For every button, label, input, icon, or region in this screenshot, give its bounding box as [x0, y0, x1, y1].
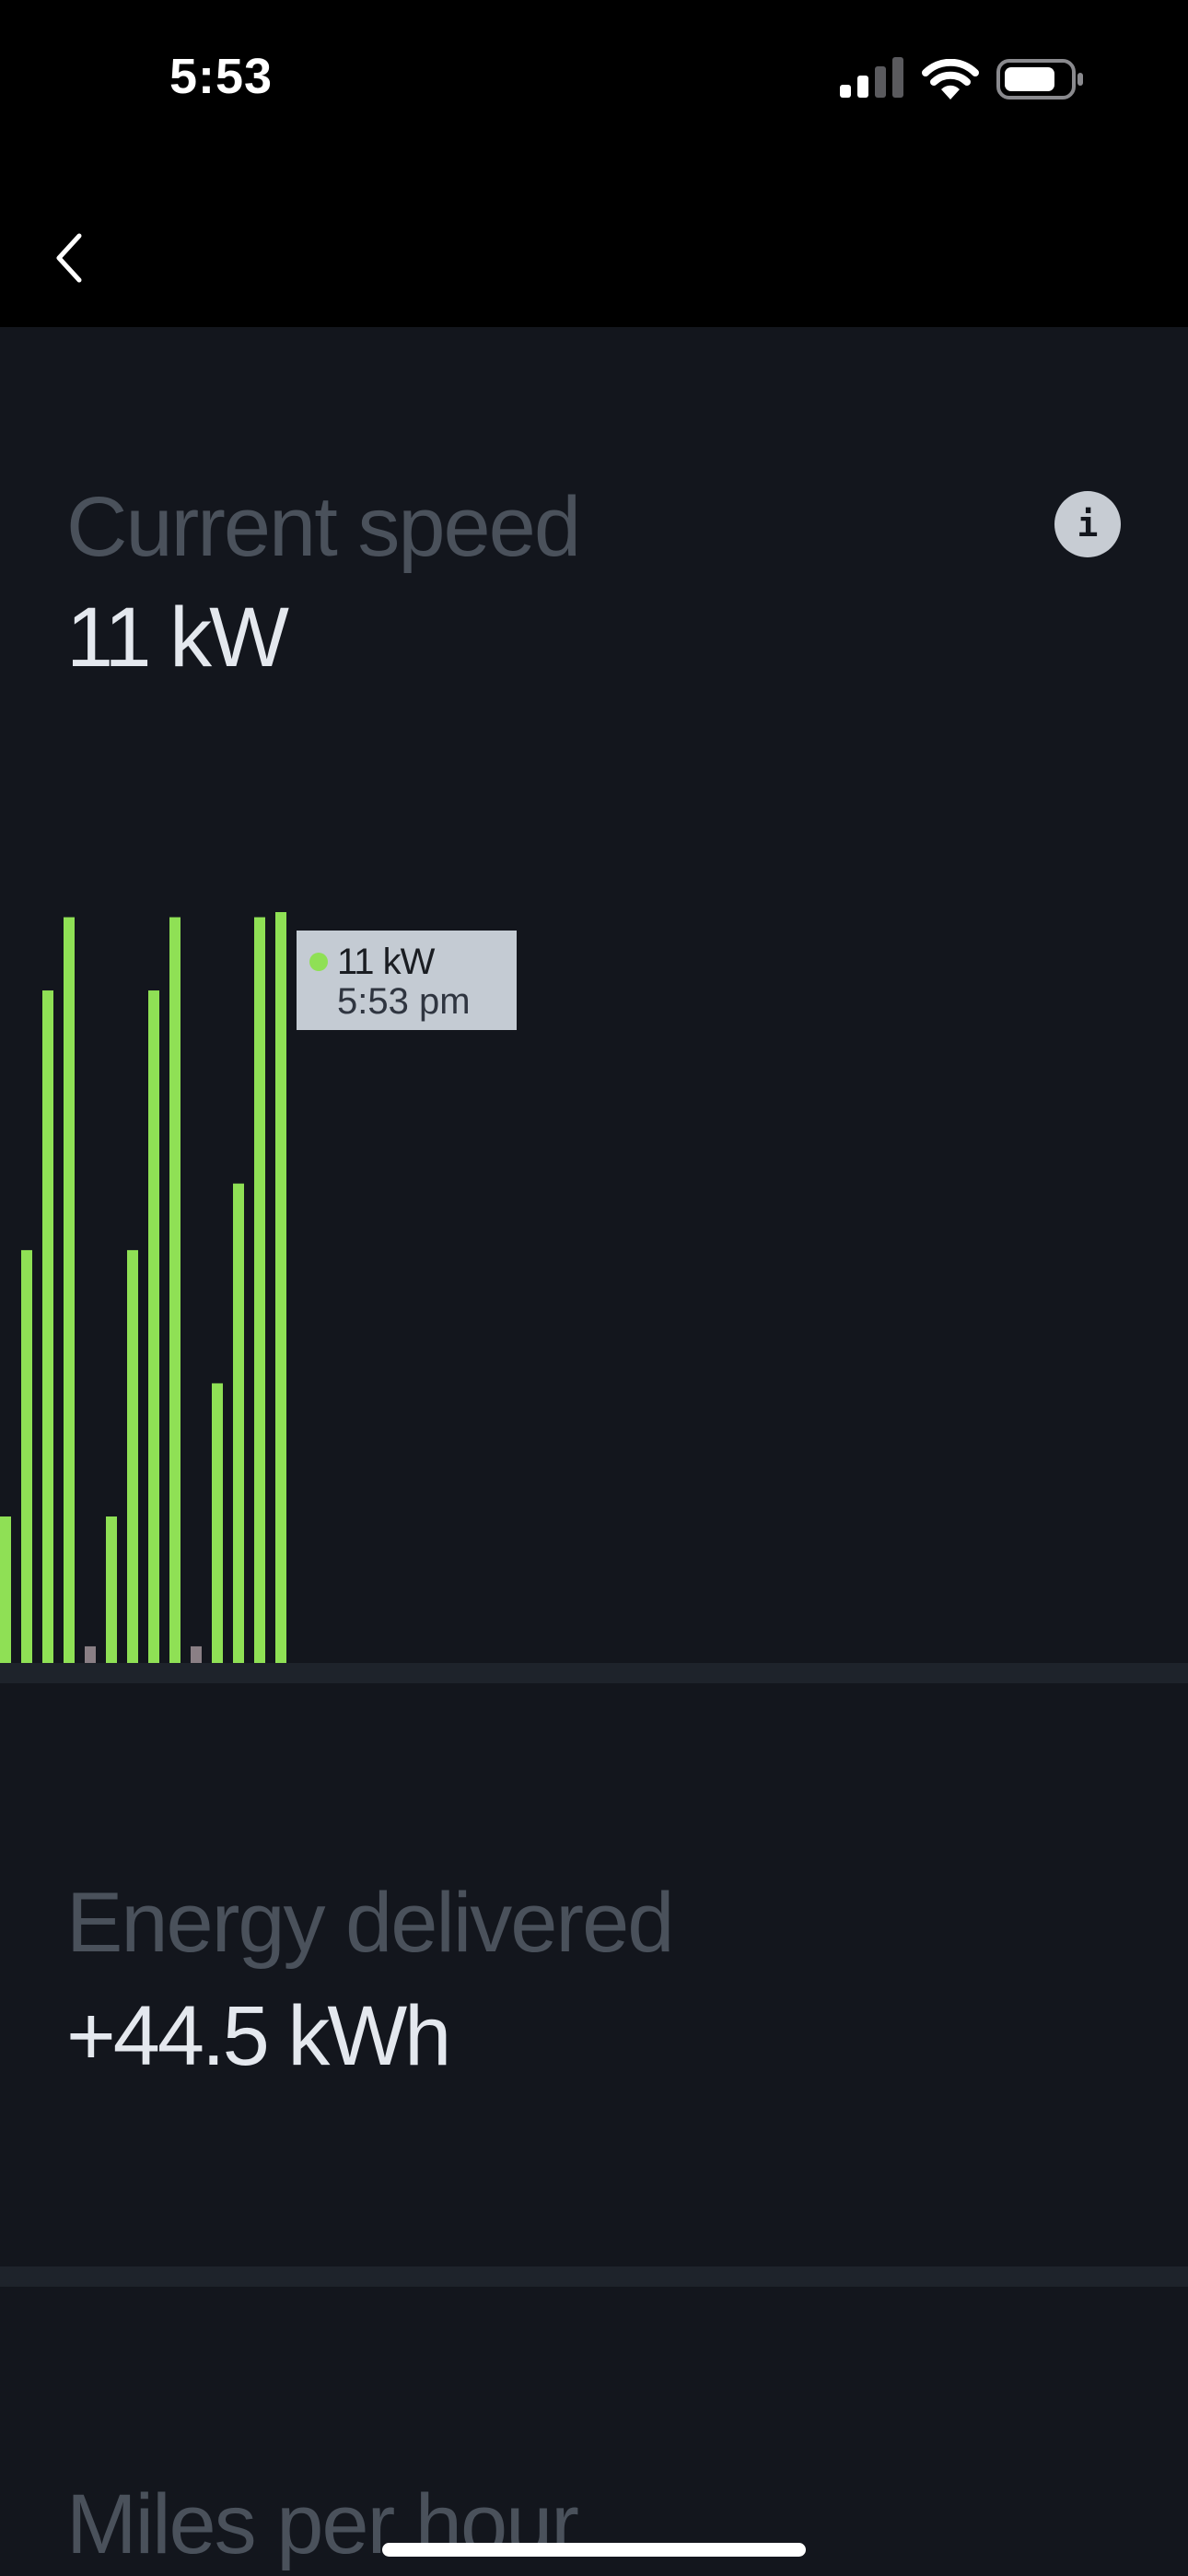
tooltip-series-dot	[309, 953, 328, 971]
chart-bar	[148, 990, 159, 1663]
status-bar: 5:53	[0, 0, 1188, 327]
tooltip-time: 5:53 pm	[337, 981, 471, 1022]
wifi-icon	[922, 59, 979, 100]
section-divider	[0, 2266, 1188, 2287]
chevron-left-icon[interactable]	[52, 232, 88, 284]
chart-bar	[254, 917, 265, 1663]
tooltip-value: 11 kW	[337, 942, 435, 982]
chart-bar	[21, 1249, 32, 1663]
cellular-signal-icon	[840, 57, 903, 98]
battery-icon	[996, 59, 1083, 100]
chart-bar	[127, 1249, 138, 1663]
chart-tooltip: 11 kW 5:53 pm	[297, 931, 517, 1030]
energy-delivered-label: Energy delivered	[66, 1876, 674, 1970]
energy-delivered-card	[0, 1683, 1188, 2266]
current-speed-label: Current speed	[66, 480, 581, 574]
charging-speed-chart	[0, 912, 286, 1663]
chart-bar	[191, 1645, 202, 1663]
chart-bar	[0, 1516, 11, 1663]
chart-bar	[212, 1383, 223, 1663]
home-indicator	[382, 2543, 806, 2557]
chart-bar	[85, 1645, 96, 1663]
chart-bar	[233, 1183, 244, 1663]
chart-bar	[275, 912, 286, 1663]
info-button[interactable]: i	[1054, 491, 1121, 557]
chart-bar	[106, 1516, 117, 1663]
status-time: 5:53	[169, 49, 274, 104]
energy-delivered-value: +44.5 kWh	[66, 1989, 451, 2083]
chart-bar	[169, 917, 181, 1663]
chart-bar	[42, 990, 53, 1663]
section-divider	[0, 1663, 1188, 1683]
current-speed-value: 11 kW	[66, 591, 289, 685]
miles-per-hour-label: Miles per hour	[66, 2477, 579, 2571]
chart-bar	[64, 917, 75, 1663]
